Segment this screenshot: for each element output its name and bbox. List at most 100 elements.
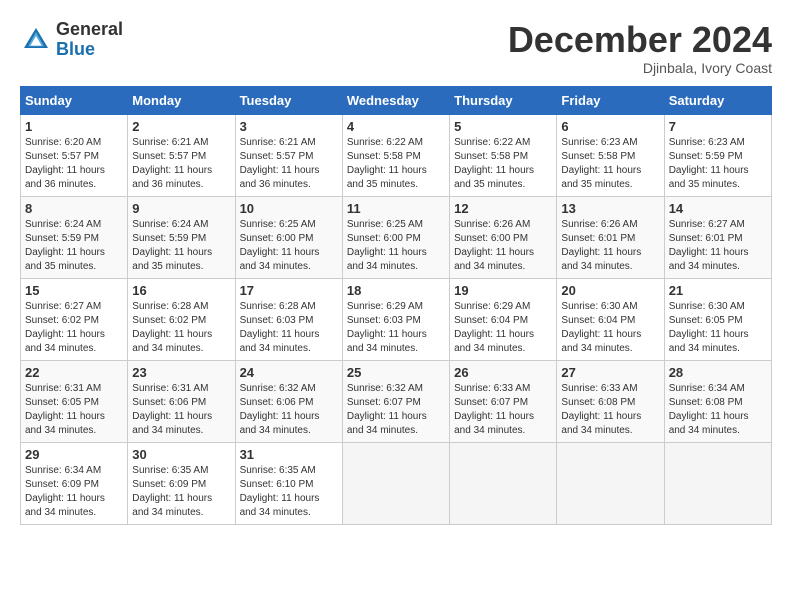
day-info: Sunrise: 6:35 AMSunset: 6:09 PMDaylight:… (132, 464, 230, 520)
calendar-day-cell: 23 Sunrise: 6:31 AMSunset: 6:06 PMDaylig… (128, 360, 235, 442)
day-info: Sunrise: 6:34 AMSunset: 6:08 PMDaylight:… (669, 382, 767, 438)
day-number: 23 (132, 365, 230, 380)
logo-icon (20, 24, 52, 56)
calendar-day-cell: 10 Sunrise: 6:25 AMSunset: 6:00 PMDaylig… (235, 196, 342, 278)
logo-blue: Blue (56, 40, 123, 60)
calendar-week-row: 29 Sunrise: 6:34 AMSunset: 6:09 PMDaylig… (21, 442, 772, 524)
day-info: Sunrise: 6:33 AMSunset: 6:08 PMDaylight:… (561, 382, 659, 438)
calendar-day-cell: 25 Sunrise: 6:32 AMSunset: 6:07 PMDaylig… (342, 360, 449, 442)
calendar-day-cell: 28 Sunrise: 6:34 AMSunset: 6:08 PMDaylig… (664, 360, 771, 442)
calendar-day-cell: 26 Sunrise: 6:33 AMSunset: 6:07 PMDaylig… (450, 360, 557, 442)
day-number: 4 (347, 119, 445, 134)
calendar-day-cell: 27 Sunrise: 6:33 AMSunset: 6:08 PMDaylig… (557, 360, 664, 442)
calendar-day-cell: 16 Sunrise: 6:28 AMSunset: 6:02 PMDaylig… (128, 278, 235, 360)
calendar-day-cell (342, 442, 449, 524)
calendar-day-cell: 7 Sunrise: 6:23 AMSunset: 5:59 PMDayligh… (664, 114, 771, 196)
day-info: Sunrise: 6:33 AMSunset: 6:07 PMDaylight:… (454, 382, 552, 438)
calendar-day-cell: 18 Sunrise: 6:29 AMSunset: 6:03 PMDaylig… (342, 278, 449, 360)
day-info: Sunrise: 6:21 AMSunset: 5:57 PMDaylight:… (132, 136, 230, 192)
day-number: 17 (240, 283, 338, 298)
day-number: 21 (669, 283, 767, 298)
calendar-day-cell (664, 442, 771, 524)
calendar-week-row: 15 Sunrise: 6:27 AMSunset: 6:02 PMDaylig… (21, 278, 772, 360)
day-info: Sunrise: 6:26 AMSunset: 6:01 PMDaylight:… (561, 218, 659, 274)
day-number: 2 (132, 119, 230, 134)
calendar-day-cell: 13 Sunrise: 6:26 AMSunset: 6:01 PMDaylig… (557, 196, 664, 278)
day-info: Sunrise: 6:23 AMSunset: 5:59 PMDaylight:… (669, 136, 767, 192)
weekday-header-sunday: Sunday (21, 86, 128, 114)
day-number: 1 (25, 119, 123, 134)
day-info: Sunrise: 6:21 AMSunset: 5:57 PMDaylight:… (240, 136, 338, 192)
day-number: 3 (240, 119, 338, 134)
day-info: Sunrise: 6:28 AMSunset: 6:02 PMDaylight:… (132, 300, 230, 356)
weekday-header-wednesday: Wednesday (342, 86, 449, 114)
calendar-day-cell: 30 Sunrise: 6:35 AMSunset: 6:09 PMDaylig… (128, 442, 235, 524)
day-info: Sunrise: 6:30 AMSunset: 6:04 PMDaylight:… (561, 300, 659, 356)
day-info: Sunrise: 6:22 AMSunset: 5:58 PMDaylight:… (347, 136, 445, 192)
weekday-header-monday: Monday (128, 86, 235, 114)
calendar-day-cell: 19 Sunrise: 6:29 AMSunset: 6:04 PMDaylig… (450, 278, 557, 360)
calendar-day-cell: 22 Sunrise: 6:31 AMSunset: 6:05 PMDaylig… (21, 360, 128, 442)
weekday-header-thursday: Thursday (450, 86, 557, 114)
day-number: 11 (347, 201, 445, 216)
day-info: Sunrise: 6:31 AMSunset: 6:06 PMDaylight:… (132, 382, 230, 438)
day-info: Sunrise: 6:27 AMSunset: 6:02 PMDaylight:… (25, 300, 123, 356)
day-info: Sunrise: 6:24 AMSunset: 5:59 PMDaylight:… (25, 218, 123, 274)
day-info: Sunrise: 6:31 AMSunset: 6:05 PMDaylight:… (25, 382, 123, 438)
title-block: December 2024 Djinbala, Ivory Coast (508, 20, 772, 76)
day-number: 16 (132, 283, 230, 298)
calendar-day-cell: 2 Sunrise: 6:21 AMSunset: 5:57 PMDayligh… (128, 114, 235, 196)
page-header: General Blue December 2024 Djinbala, Ivo… (20, 20, 772, 76)
day-info: Sunrise: 6:27 AMSunset: 6:01 PMDaylight:… (669, 218, 767, 274)
day-number: 19 (454, 283, 552, 298)
day-number: 28 (669, 365, 767, 380)
calendar-day-cell: 31 Sunrise: 6:35 AMSunset: 6:10 PMDaylig… (235, 442, 342, 524)
day-info: Sunrise: 6:22 AMSunset: 5:58 PMDaylight:… (454, 136, 552, 192)
weekday-header-saturday: Saturday (664, 86, 771, 114)
calendar-day-cell: 20 Sunrise: 6:30 AMSunset: 6:04 PMDaylig… (557, 278, 664, 360)
day-number: 18 (347, 283, 445, 298)
calendar-day-cell: 5 Sunrise: 6:22 AMSunset: 5:58 PMDayligh… (450, 114, 557, 196)
day-number: 24 (240, 365, 338, 380)
logo-text: General Blue (56, 20, 123, 60)
logo: General Blue (20, 20, 123, 60)
calendar-day-cell: 15 Sunrise: 6:27 AMSunset: 6:02 PMDaylig… (21, 278, 128, 360)
day-number: 29 (25, 447, 123, 462)
calendar-week-row: 8 Sunrise: 6:24 AMSunset: 5:59 PMDayligh… (21, 196, 772, 278)
calendar-week-row: 1 Sunrise: 6:20 AMSunset: 5:57 PMDayligh… (21, 114, 772, 196)
calendar-day-cell: 1 Sunrise: 6:20 AMSunset: 5:57 PMDayligh… (21, 114, 128, 196)
day-number: 12 (454, 201, 552, 216)
day-number: 5 (454, 119, 552, 134)
day-number: 6 (561, 119, 659, 134)
day-info: Sunrise: 6:24 AMSunset: 5:59 PMDaylight:… (132, 218, 230, 274)
day-number: 31 (240, 447, 338, 462)
month-title: December 2024 (508, 20, 772, 60)
day-info: Sunrise: 6:34 AMSunset: 6:09 PMDaylight:… (25, 464, 123, 520)
calendar-day-cell (450, 442, 557, 524)
day-number: 14 (669, 201, 767, 216)
calendar-day-cell: 29 Sunrise: 6:34 AMSunset: 6:09 PMDaylig… (21, 442, 128, 524)
day-info: Sunrise: 6:30 AMSunset: 6:05 PMDaylight:… (669, 300, 767, 356)
calendar-day-cell (557, 442, 664, 524)
weekday-header-friday: Friday (557, 86, 664, 114)
day-number: 27 (561, 365, 659, 380)
day-number: 7 (669, 119, 767, 134)
calendar-day-cell: 9 Sunrise: 6:24 AMSunset: 5:59 PMDayligh… (128, 196, 235, 278)
day-info: Sunrise: 6:32 AMSunset: 6:07 PMDaylight:… (347, 382, 445, 438)
logo-general: General (56, 20, 123, 40)
day-number: 25 (347, 365, 445, 380)
day-info: Sunrise: 6:25 AMSunset: 6:00 PMDaylight:… (240, 218, 338, 274)
calendar-day-cell: 24 Sunrise: 6:32 AMSunset: 6:06 PMDaylig… (235, 360, 342, 442)
day-number: 20 (561, 283, 659, 298)
day-number: 15 (25, 283, 123, 298)
day-number: 22 (25, 365, 123, 380)
day-number: 26 (454, 365, 552, 380)
calendar-day-cell: 21 Sunrise: 6:30 AMSunset: 6:05 PMDaylig… (664, 278, 771, 360)
calendar-day-cell: 11 Sunrise: 6:25 AMSunset: 6:00 PMDaylig… (342, 196, 449, 278)
day-info: Sunrise: 6:28 AMSunset: 6:03 PMDaylight:… (240, 300, 338, 356)
weekday-header-tuesday: Tuesday (235, 86, 342, 114)
calendar-day-cell: 14 Sunrise: 6:27 AMSunset: 6:01 PMDaylig… (664, 196, 771, 278)
day-info: Sunrise: 6:20 AMSunset: 5:57 PMDaylight:… (25, 136, 123, 192)
calendar-day-cell: 4 Sunrise: 6:22 AMSunset: 5:58 PMDayligh… (342, 114, 449, 196)
day-info: Sunrise: 6:29 AMSunset: 6:04 PMDaylight:… (454, 300, 552, 356)
